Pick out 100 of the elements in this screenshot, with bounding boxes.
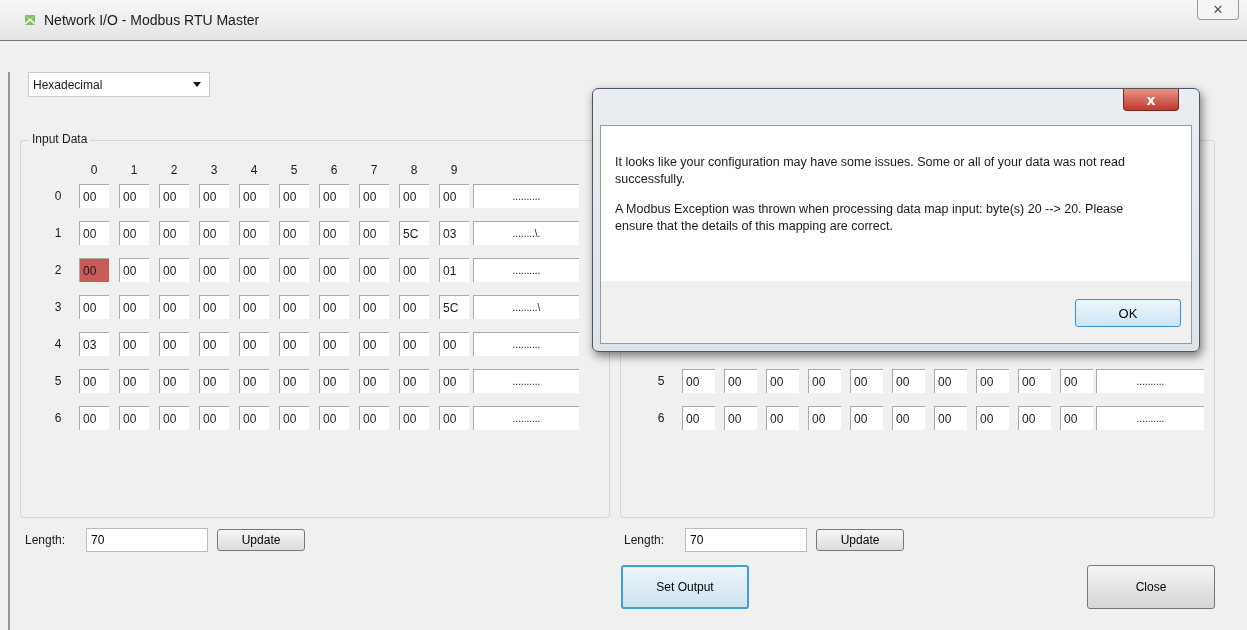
byte-field[interactable]: 00 <box>319 406 349 430</box>
byte-field[interactable]: 00 <box>766 369 799 393</box>
byte-field[interactable]: 00 <box>359 295 389 319</box>
byte-field[interactable]: 00 <box>359 332 389 356</box>
byte-field[interactable]: 00 <box>682 406 715 430</box>
ok-button[interactable]: OK <box>1075 299 1181 327</box>
update-button[interactable]: Update <box>217 529 306 551</box>
byte-field[interactable]: 00 <box>159 258 189 282</box>
byte-field[interactable]: 00 <box>399 406 429 430</box>
byte-field[interactable]: 00 <box>279 295 309 319</box>
byte-field[interactable]: 00 <box>319 221 349 245</box>
byte-field[interactable]: 00 <box>119 406 149 430</box>
byte-field[interactable]: 00 <box>79 406 109 430</box>
byte-field[interactable]: 00 <box>119 258 149 282</box>
ascii-field[interactable]: ........\. <box>473 221 579 245</box>
ascii-field[interactable]: .......... <box>473 332 579 356</box>
ascii-field[interactable]: .......... <box>473 369 579 393</box>
byte-field[interactable]: 00 <box>439 184 469 208</box>
ascii-field[interactable]: .......... <box>473 258 579 282</box>
byte-field[interactable]: 00 <box>239 369 269 393</box>
byte-field[interactable]: 00 <box>159 221 189 245</box>
byte-field[interactable]: 5C <box>399 221 429 245</box>
byte-field[interactable]: 00 <box>319 332 349 356</box>
byte-field[interactable]: 00 <box>159 406 189 430</box>
byte-field[interactable]: 00 <box>119 295 149 319</box>
set-output-button[interactable]: Set Output <box>621 565 749 609</box>
byte-field[interactable]: 00 <box>1018 369 1051 393</box>
byte-field[interactable]: 00 <box>279 221 309 245</box>
byte-field[interactable]: 00 <box>279 258 309 282</box>
byte-field[interactable]: 00 <box>279 369 309 393</box>
byte-field[interactable]: 00 <box>279 406 309 430</box>
byte-field[interactable]: 00 <box>159 332 189 356</box>
byte-field[interactable]: 00 <box>724 369 757 393</box>
byte-field[interactable]: 00 <box>1060 406 1093 430</box>
byte-field[interactable]: 03 <box>79 332 109 356</box>
byte-field[interactable]: 00 <box>766 406 799 430</box>
byte-field[interactable]: 00 <box>199 369 229 393</box>
update-button[interactable]: Update <box>816 529 905 551</box>
byte-field[interactable]: 00 <box>239 295 269 319</box>
ascii-field[interactable]: .......... <box>473 406 579 430</box>
byte-field[interactable]: 00 <box>239 406 269 430</box>
byte-field[interactable]: 00 <box>199 332 229 356</box>
byte-field[interactable]: 00 <box>976 406 1009 430</box>
ascii-field[interactable]: .......... <box>1096 406 1204 430</box>
byte-field[interactable]: 00 <box>319 295 349 319</box>
byte-field[interactable]: 00 <box>79 184 109 208</box>
byte-field[interactable]: 00 <box>399 258 429 282</box>
byte-field[interactable]: 00 <box>399 369 429 393</box>
byte-field[interactable]: 00 <box>399 295 429 319</box>
byte-field[interactable]: 00 <box>359 184 389 208</box>
byte-field[interactable]: 00 <box>1060 369 1093 393</box>
byte-field[interactable]: 00 <box>199 258 229 282</box>
byte-field[interactable]: 00 <box>439 332 469 356</box>
byte-field[interactable]: 00 <box>808 369 841 393</box>
byte-field[interactable]: 00 <box>79 369 109 393</box>
byte-field[interactable]: 00 <box>1018 406 1051 430</box>
ascii-field[interactable]: .......... <box>473 184 579 208</box>
close-button[interactable]: Close <box>1087 565 1215 609</box>
byte-field[interactable]: 03 <box>439 221 469 245</box>
byte-field[interactable]: 00 <box>119 332 149 356</box>
byte-field[interactable]: 00 <box>850 406 883 430</box>
byte-field[interactable]: 00 <box>892 406 925 430</box>
length-field[interactable]: 70 <box>685 528 808 552</box>
byte-field[interactable]: 00 <box>119 221 149 245</box>
byte-field[interactable]: 00 <box>439 406 469 430</box>
byte-field[interactable]: 00 <box>359 221 389 245</box>
byte-field[interactable]: 00 <box>319 258 349 282</box>
byte-field[interactable]: 00 <box>724 406 757 430</box>
byte-field[interactable]: 00 <box>159 184 189 208</box>
byte-field[interactable]: 00 <box>199 184 229 208</box>
byte-field[interactable]: 00 <box>239 332 269 356</box>
byte-field[interactable]: 00 <box>239 258 269 282</box>
byte-field[interactable]: 00 <box>850 369 883 393</box>
byte-field[interactable]: 00 <box>119 369 149 393</box>
format-dropdown[interactable]: Hexadecimal <box>28 72 210 97</box>
byte-field[interactable]: 00 <box>808 406 841 430</box>
ascii-field[interactable]: .........\ <box>473 295 579 319</box>
byte-field[interactable]: 00 <box>239 221 269 245</box>
byte-field[interactable]: 00 <box>239 184 269 208</box>
byte-field[interactable]: 00 <box>79 295 109 319</box>
byte-field[interactable]: 00 <box>359 258 389 282</box>
length-field[interactable]: 70 <box>86 528 209 552</box>
byte-field[interactable]: 00 <box>399 184 429 208</box>
byte-field[interactable]: 00 <box>159 369 189 393</box>
byte-field[interactable]: 00 <box>934 406 967 430</box>
byte-field[interactable]: 00 <box>199 295 229 319</box>
byte-field[interactable]: 00 <box>359 369 389 393</box>
ascii-field[interactable]: .......... <box>1096 369 1204 393</box>
byte-field[interactable]: 00 <box>159 295 189 319</box>
byte-field[interactable]: 00 <box>279 184 309 208</box>
byte-field[interactable]: 00 <box>439 369 469 393</box>
byte-field[interactable]: 00 <box>934 369 967 393</box>
byte-field[interactable]: 00 <box>682 369 715 393</box>
byte-field[interactable]: 00 <box>892 369 925 393</box>
byte-field[interactable]: 00 <box>359 406 389 430</box>
byte-field[interactable]: 00 <box>399 332 429 356</box>
byte-field[interactable]: 5C <box>439 295 469 319</box>
byte-field[interactable]: 00 <box>119 184 149 208</box>
byte-field[interactable]: 01 <box>439 258 469 282</box>
byte-field[interactable]: 00 <box>199 406 229 430</box>
